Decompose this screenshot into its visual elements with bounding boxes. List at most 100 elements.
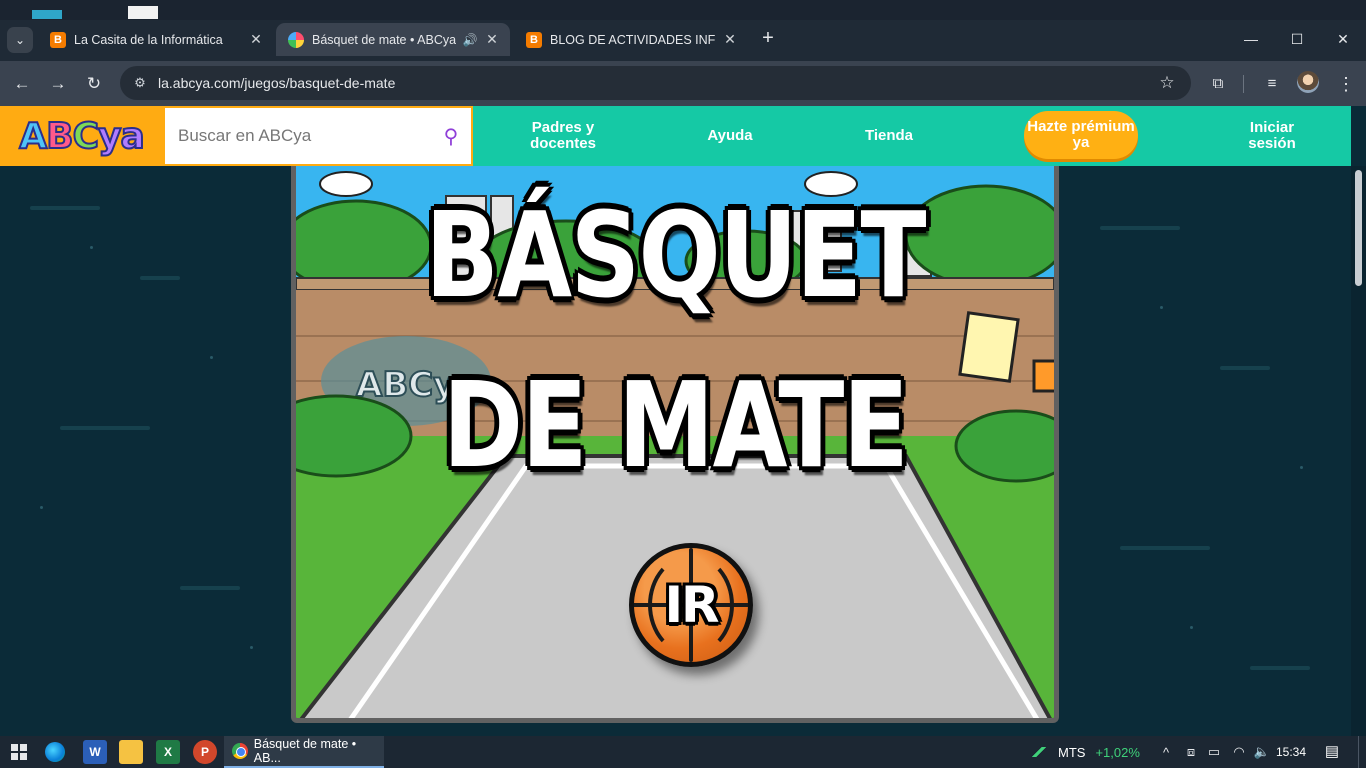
desktop-strip — [0, 0, 1366, 20]
tab-la-casita[interactable]: B La Casita de la Informática ✕ — [38, 23, 274, 56]
blogger-icon: B — [526, 31, 542, 48]
notifications-icon[interactable]: ▤ — [1322, 742, 1342, 762]
page-scrollbar[interactable] — [1351, 166, 1366, 736]
desktop-window-edge — [128, 6, 158, 19]
abcya-logo[interactable]: ABCya — [0, 106, 163, 166]
system-clock[interactable]: 15:34 — [1276, 736, 1312, 768]
background-decoration — [1300, 466, 1303, 469]
stock-widget[interactable]: MTS +1,02% — [1028, 736, 1140, 768]
plus-icon: + — [762, 27, 774, 49]
scrollbar-thumb[interactable] — [1355, 170, 1362, 286]
game-frame[interactable]: ABCya BÁSQUET DE MATE IR — [291, 166, 1059, 723]
play-button-label: IR — [664, 576, 719, 634]
search-icon[interactable]: ⚲ — [431, 124, 471, 149]
close-icon[interactable]: ✕ — [722, 31, 738, 48]
search-input[interactable] — [165, 108, 431, 164]
volume-icon: 🔈 — [1253, 744, 1271, 759]
tab-basquet-de-mate[interactable]: Básquet de mate • ABCya 🔊 ✕ — [276, 23, 510, 56]
background-decoration — [1120, 546, 1210, 550]
close-icon[interactable]: ✕ — [484, 31, 500, 48]
blogger-icon: B — [50, 31, 66, 48]
reload-button[interactable]: ↻ — [81, 71, 107, 97]
toolbar-divider — [1243, 75, 1244, 93]
browser-tab-strip: ⌄ B La Casita de la Informática ✕ Básque… — [0, 0, 1366, 61]
background-decoration — [30, 206, 100, 210]
browser-menu-button[interactable]: ⋮ — [1333, 71, 1359, 97]
tab-title: Básquet de mate • ABCya — [312, 32, 456, 47]
kebab-menu-icon: ⋮ — [1337, 74, 1355, 94]
background-decoration — [60, 426, 150, 430]
background-decoration — [40, 506, 43, 509]
tab-blog-actividades[interactable]: B BLOG DE ACTIVIDADES INFORM ✕ — [514, 23, 748, 56]
taskbar-chrome-window[interactable]: Básquet de mate • AB... — [224, 736, 384, 768]
reload-icon: ↻ — [86, 74, 102, 93]
play-basketball-button[interactable]: IR — [629, 543, 753, 667]
login-link[interactable]: Iniciar sesión — [1230, 106, 1314, 166]
volume-icon[interactable]: 🔈 — [1251, 736, 1273, 768]
tab-title: La Casita de la Informática — [74, 32, 223, 47]
window-maximize-button[interactable]: ☐ — [1274, 28, 1320, 50]
browser-toolbar: ← → ↻ ⚙ la.abcya.com/juegos/basquet-de-m… — [0, 61, 1366, 106]
premium-button[interactable]: Hazte prémium ya — [1024, 111, 1138, 159]
media-controls-icon: ≡ — [1267, 75, 1277, 92]
tray-overflow-button[interactable]: ^ — [1155, 736, 1177, 768]
background-decoration — [1160, 306, 1163, 309]
battery-icon: ▭ — [1207, 744, 1221, 759]
address-bar[interactable]: ⚙ la.abcya.com/juegos/basquet-de-mate ☆ — [120, 66, 1191, 100]
window-minimize-button[interactable]: — — [1228, 28, 1274, 50]
chevron-down-icon: ⌄ — [14, 33, 26, 47]
chevron-up-icon: ^ — [1162, 744, 1170, 760]
minimize-icon: — — [1244, 31, 1258, 47]
windows-taskbar: W X P Básquet de mate • AB... MTS +1,02%… — [0, 736, 1366, 768]
desktop-window-edge — [32, 10, 62, 19]
audio-playing-icon[interactable]: 🔊 — [462, 33, 478, 47]
extensions-button[interactable]: ⧉ — [1205, 71, 1231, 97]
star-icon[interactable]: ☆ — [1155, 73, 1179, 93]
file-explorer-icon[interactable] — [119, 740, 143, 764]
tray-app-icon[interactable]: ⧈ — [1180, 736, 1202, 768]
window-close-button[interactable]: ✕ — [1320, 28, 1366, 50]
arrow-left-icon: ← — [13, 74, 31, 93]
windows-start-icon[interactable] — [7, 740, 31, 764]
forward-button[interactable]: → — [45, 71, 71, 97]
game-title-line-2: DE MATE — [442, 356, 909, 494]
abcya-icon — [288, 31, 304, 48]
powerpoint-icon[interactable]: P — [193, 740, 217, 764]
tray-app-icon: ⧈ — [1186, 744, 1196, 759]
close-icon: ✕ — [1337, 31, 1349, 47]
wifi-icon: ◠ — [1233, 744, 1245, 759]
background-decoration — [1220, 366, 1270, 370]
word-icon[interactable]: W — [83, 740, 107, 764]
wifi-icon[interactable]: ◠ — [1228, 736, 1250, 768]
site-info-icon[interactable]: ⚙ — [128, 75, 152, 91]
search-box: ⚲ — [163, 106, 473, 166]
background-decoration — [1100, 226, 1180, 230]
maximize-icon: ☐ — [1290, 31, 1304, 47]
nav-help[interactable]: Ayuda — [690, 106, 770, 166]
excel-icon[interactable]: X — [156, 740, 180, 764]
tab-list-button[interactable]: ⌄ — [7, 27, 33, 53]
background-decoration — [1190, 626, 1193, 629]
url-text[interactable]: la.abcya.com/juegos/basquet-de-mate — [158, 75, 1155, 91]
stock-symbol: MTS — [1058, 744, 1086, 760]
chrome-icon — [232, 743, 248, 759]
show-desktop-button[interactable] — [1358, 736, 1366, 768]
media-controls-button[interactable]: ≡ — [1259, 71, 1285, 97]
close-icon[interactable]: ✕ — [248, 31, 264, 48]
background-decoration — [1250, 666, 1310, 670]
logo-wordmark: ABCya — [18, 115, 146, 158]
nav-parents-teachers[interactable]: Padres y docentes — [508, 106, 618, 166]
edge-icon[interactable] — [45, 742, 65, 762]
background-decoration — [90, 246, 93, 249]
back-button[interactable]: ← — [9, 71, 35, 97]
tab-title: BLOG DE ACTIVIDADES INFORM — [550, 32, 716, 47]
game-title-line-1: BÁSQUET — [425, 186, 926, 324]
background-decoration — [210, 356, 213, 359]
battery-icon[interactable]: ▭ — [1203, 736, 1225, 768]
new-tab-button[interactable]: + — [756, 27, 780, 51]
arrow-right-icon: → — [49, 74, 67, 93]
taskbar-window-title: Básquet de mate • AB... — [253, 737, 357, 765]
stock-change: +1,02% — [1095, 744, 1140, 760]
nav-store[interactable]: Tienda — [849, 106, 929, 166]
profile-avatar[interactable] — [1297, 71, 1319, 93]
